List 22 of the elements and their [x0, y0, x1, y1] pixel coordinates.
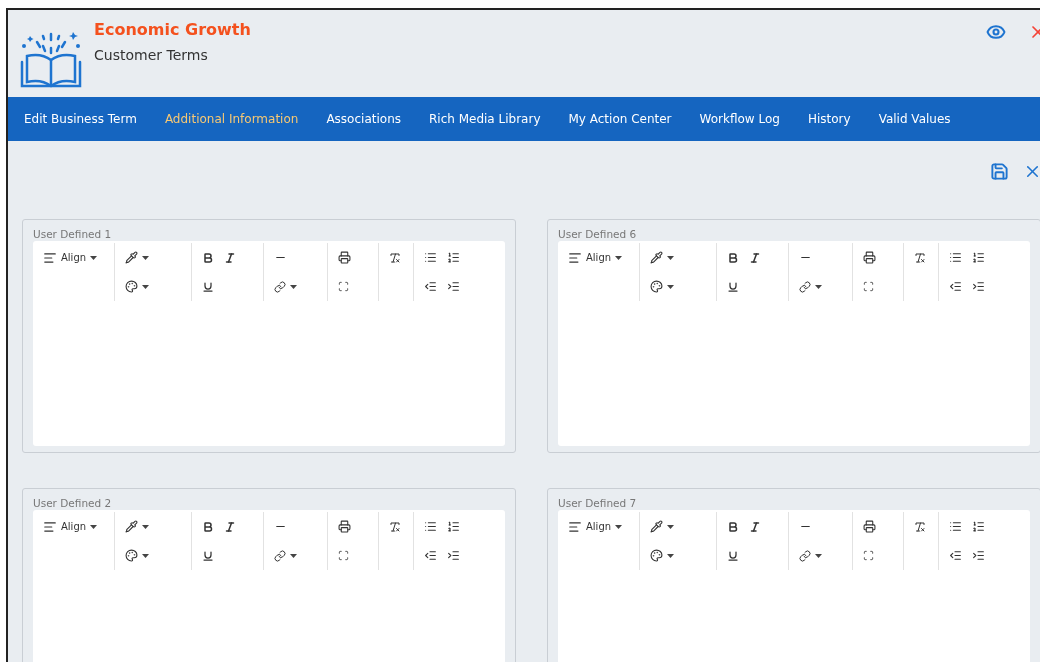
tab[interactable]: My Action Center	[554, 97, 686, 141]
tab[interactable]: Edit Business Term	[10, 97, 151, 141]
tab[interactable]: History	[793, 97, 865, 141]
align-dropdown[interactable]: Align	[43, 250, 98, 265]
align-dropdown[interactable]: Align	[568, 519, 623, 534]
field-label: User Defined 6	[558, 228, 638, 240]
tab[interactable]: Rich Media Library	[415, 97, 555, 141]
rich-text-editor[interactable]: Align	[558, 241, 1030, 446]
page-subtitle: Customer Terms	[94, 47, 209, 63]
field-label: User Defined 7	[558, 497, 638, 509]
rich-text-editor[interactable]: Align	[33, 510, 505, 662]
align-dropdown[interactable]: Align	[43, 519, 98, 534]
rich-text-editor[interactable]: Align	[558, 510, 1030, 662]
field-label: User Defined 1	[33, 228, 113, 240]
tab[interactable]: Workflow Log	[685, 97, 794, 141]
tab[interactable]: Associations	[312, 97, 415, 141]
rich-text-editor[interactable]: Align	[33, 241, 505, 446]
tab[interactable]: Additional Information	[150, 97, 313, 141]
align-dropdown[interactable]: Align	[568, 250, 623, 265]
page-title: Economic Growth	[94, 20, 252, 39]
field-label: User Defined 2	[33, 497, 113, 509]
tab[interactable]: Valid Values	[864, 97, 965, 141]
